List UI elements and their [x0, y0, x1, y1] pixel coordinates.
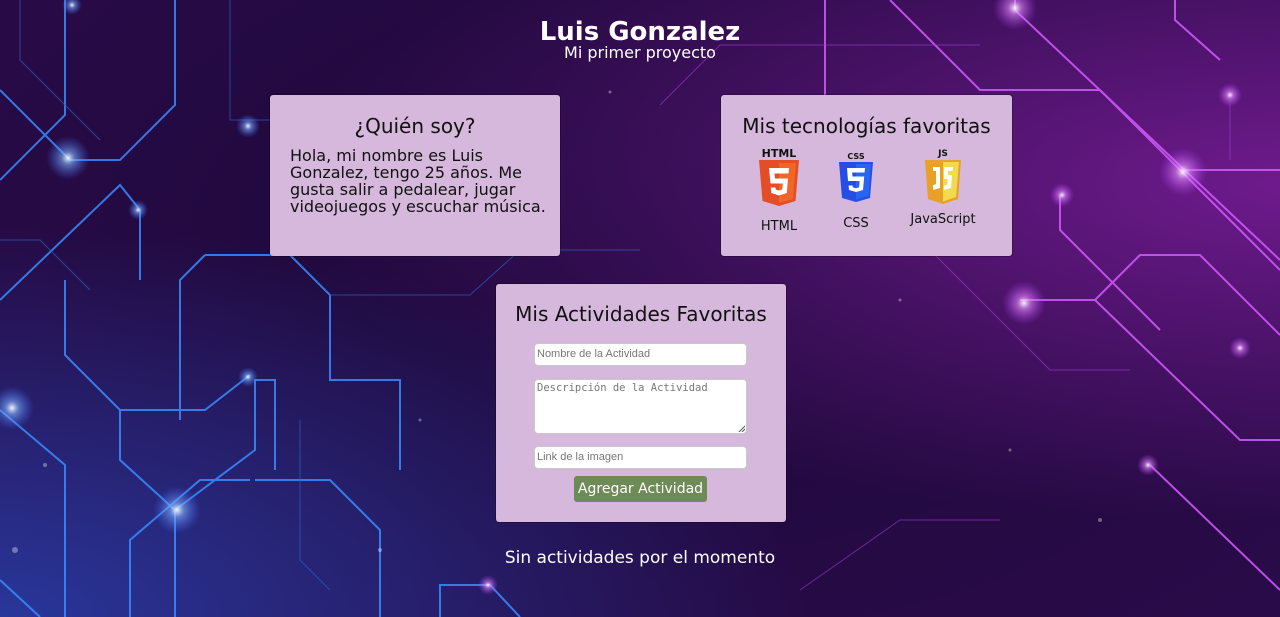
svg-text:JS: JS: [937, 149, 948, 159]
svg-text:HTML: HTML: [762, 147, 797, 160]
css3-icon: CSS: [839, 152, 873, 202]
about-title: ¿Quién soy?: [354, 114, 476, 138]
activity-description-placeholder: Descripción de la Actividad: [537, 382, 708, 394]
page-subtitle: Mi primer proyecto: [564, 43, 716, 62]
resize-handle-icon[interactable]: [738, 425, 745, 432]
activity-name-input[interactable]: Nombre de la Actividad: [534, 343, 747, 366]
activities-form-card: Mis Actividades Favoritas Nombre de la A…: [496, 284, 786, 522]
tech-item-css: CSS CSS: [827, 151, 885, 231]
tech-label-html: HTML: [760, 219, 798, 234]
activity-description-textarea[interactable]: Descripción de la Actividad: [534, 379, 747, 434]
tech-label-javascript: JavaScript: [910, 212, 976, 227]
activities-title: Mis Actividades Favoritas: [515, 302, 767, 326]
technologies-card: Mis tecnologías favoritas HTML HTML CSS …: [721, 95, 1012, 256]
empty-activities-message: Sin actividades por el momento: [504, 548, 776, 568]
technologies-title: Mis tecnologías favoritas: [742, 114, 991, 138]
add-activity-button[interactable]: Agregar Actividad: [574, 476, 707, 502]
tech-item-html: HTML HTML: [749, 147, 809, 234]
html5-icon: HTML: [759, 147, 799, 206]
javascript-icon: JS: [925, 149, 961, 204]
activity-image-link-input[interactable]: Link de la imagen: [534, 446, 747, 469]
tech-item-javascript: JS JavaScript: [901, 148, 985, 227]
tech-label-css: CSS: [843, 216, 869, 231]
svg-text:CSS: CSS: [847, 152, 864, 161]
about-text: Hola, mi nombre es Luis Gonzalez, tengo …: [290, 146, 546, 216]
about-card: ¿Quién soy? Hola, mi nombre es Luis Gonz…: [270, 95, 560, 256]
